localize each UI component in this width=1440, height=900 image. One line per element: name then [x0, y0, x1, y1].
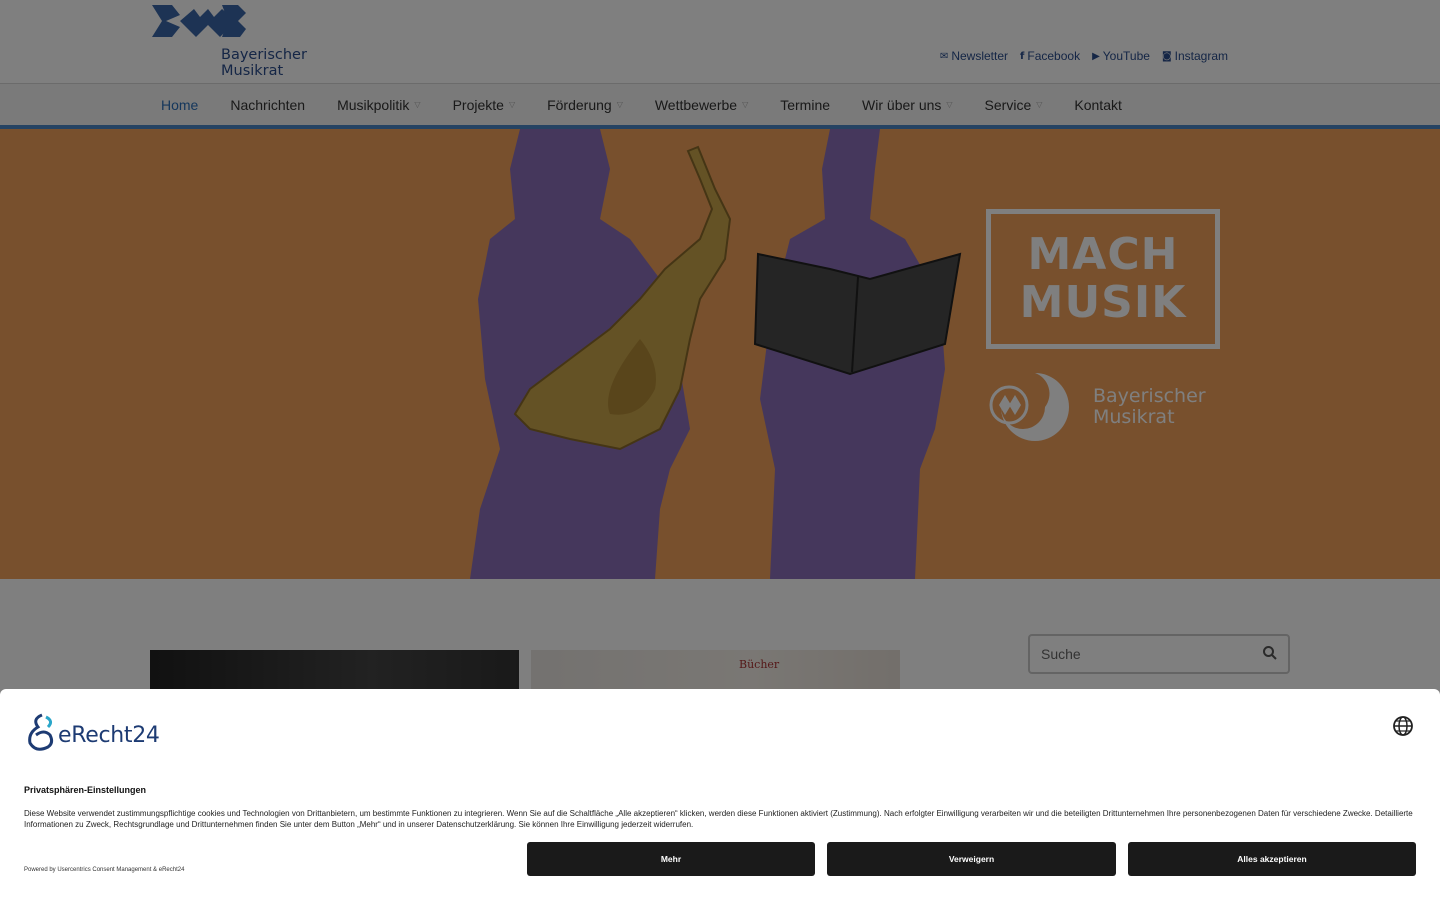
consent-title: Privatsphären-Einstellungen [24, 785, 147, 795]
accept-all-button[interactable]: Alles akzeptieren [1128, 842, 1416, 876]
erecht24-brand: eRecht24 [58, 723, 160, 748]
language-globe-icon[interactable] [1392, 715, 1414, 737]
deny-button[interactable]: Verweigern [827, 842, 1116, 876]
more-button[interactable]: Mehr [527, 842, 815, 876]
powered-by-text: Powered by Usercentrics Consent Manageme… [24, 867, 185, 873]
consent-description: Diese Website verwendet zustimmungspflic… [24, 809, 1413, 829]
consent-banner: eRecht24 Privatsphären-Einstellungen Die… [0, 689, 1440, 900]
